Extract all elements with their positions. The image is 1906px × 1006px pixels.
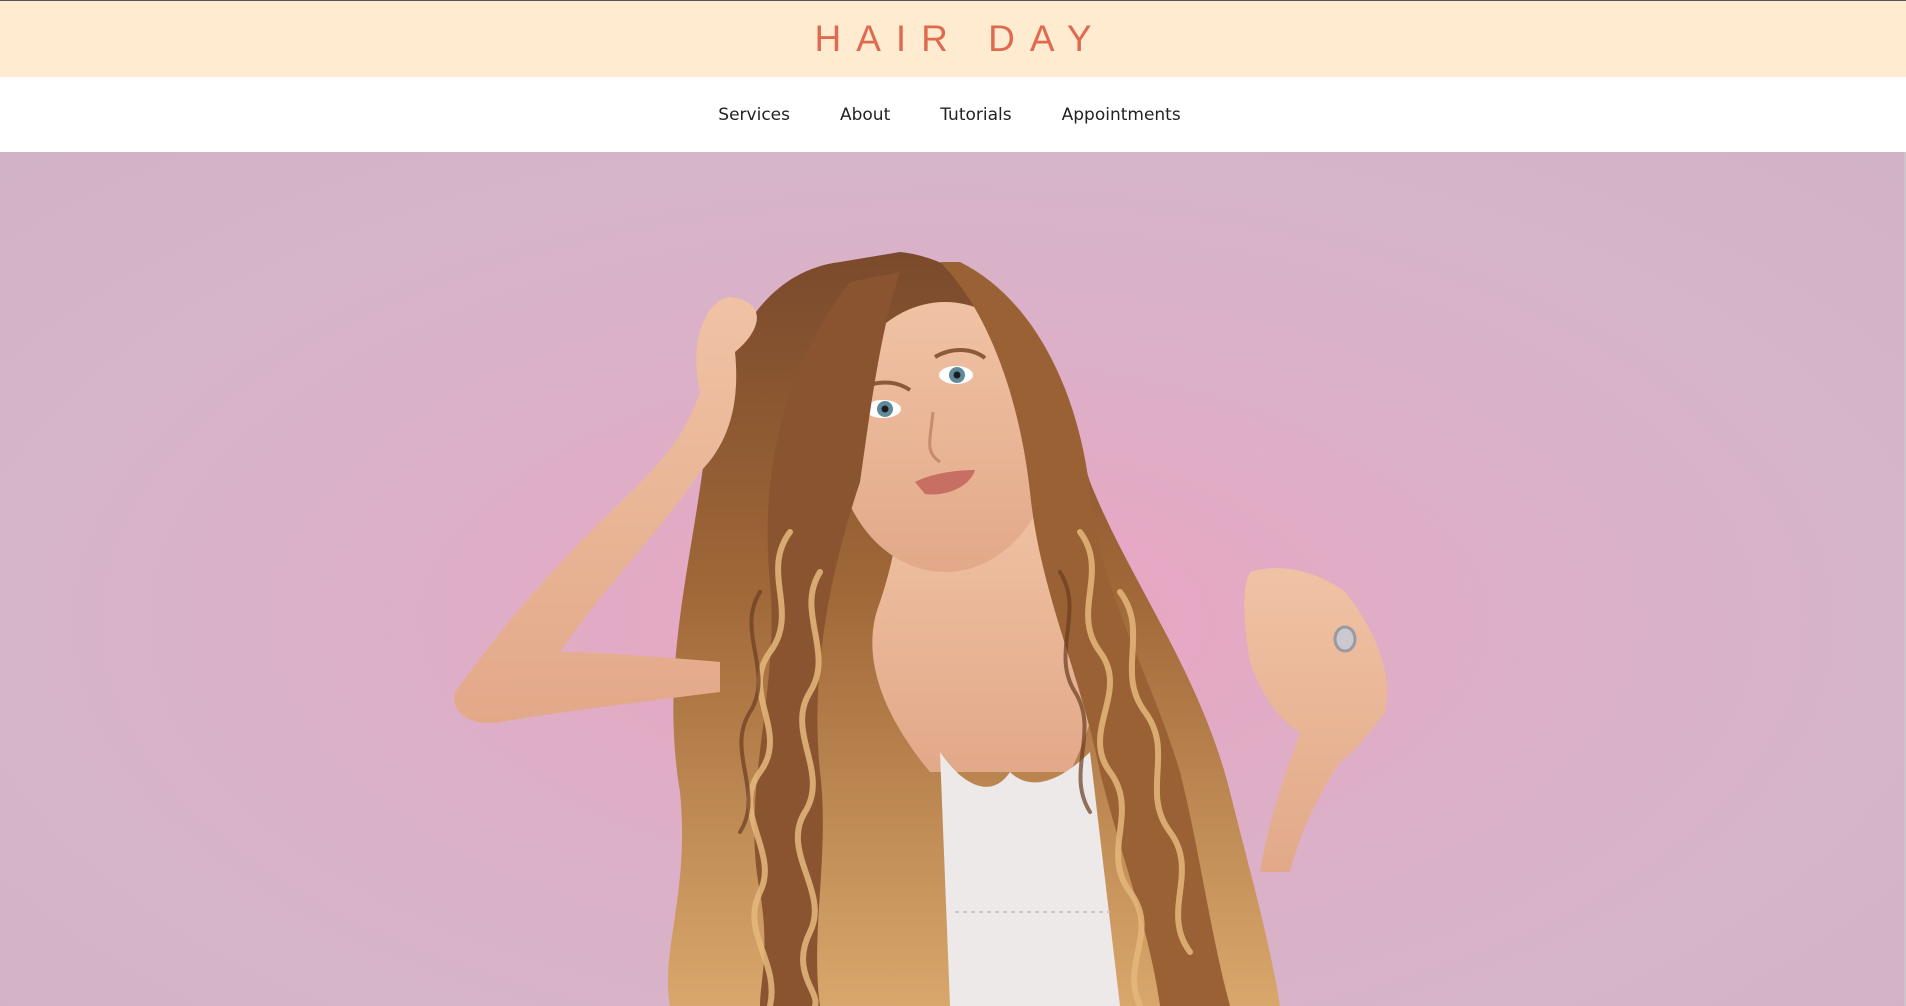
nav-list: Services About Tutorials Appointments <box>693 105 1205 125</box>
main-nav: Services About Tutorials Appointments <box>0 77 1906 152</box>
site-header: HAIR DAY <box>0 0 1906 77</box>
nav-item-services[interactable]: Services <box>693 105 815 125</box>
nav-item-appointments[interactable]: Appointments <box>1037 105 1206 125</box>
hero-image <box>0 152 1906 1006</box>
nav-item-tutorials[interactable]: Tutorials <box>915 105 1036 125</box>
hero-portrait-illustration <box>0 152 1906 1006</box>
nav-item-about[interactable]: About <box>815 105 915 125</box>
site-logo[interactable]: HAIR DAY <box>799 18 1106 60</box>
